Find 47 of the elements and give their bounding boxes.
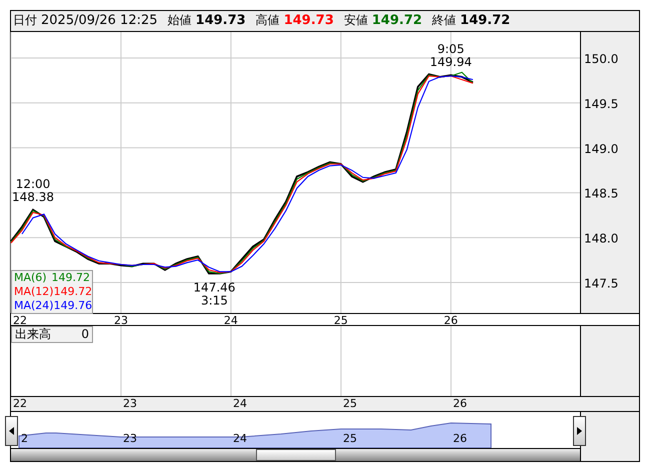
quote-value: 149.73 [284, 13, 334, 28]
axis-label: 148.0 [584, 232, 618, 246]
axis-label: 150.0 [584, 52, 618, 66]
legend-value: 149.72 [52, 270, 90, 285]
navigator-date-label: 2 [20, 433, 28, 446]
scroll-right-button[interactable] [573, 416, 586, 446]
date-axis-label: 23 [114, 314, 128, 327]
quote-label: 始値 [168, 12, 192, 30]
axis-label: 149.5 [584, 96, 618, 111]
axis-label: 149.0 [584, 142, 618, 156]
quote-label: 終値 [432, 12, 456, 30]
quote-label: 高値 [256, 12, 280, 30]
date-axis-label: 25 [342, 398, 357, 410]
volume-label: 出来高 [15, 327, 51, 342]
date-axis-label: 24 [232, 398, 247, 410]
date-axis-label: 26 [452, 398, 467, 410]
legend-label: MA(24) [14, 298, 54, 313]
point-annotation: 12:00 148.38 [12, 176, 54, 204]
quote-value: 149.73 [196, 13, 246, 28]
quote-value: 149.72 [372, 13, 422, 28]
date-axis-label: 22 [13, 314, 27, 327]
scrollbar-thumb[interactable] [256, 449, 336, 462]
navigator-date-label: 25 [342, 433, 357, 446]
right-triangle-icon [577, 427, 582, 436]
axis-label: 147.5 [584, 276, 618, 290]
navigator-date-label: 23 [122, 433, 137, 446]
left-triangle-icon [9, 427, 14, 436]
quote-label: 安値 [344, 12, 368, 30]
point-annotation: 147.46 3:15 [193, 280, 236, 308]
navigator-date-label: 26 [452, 433, 467, 446]
axis-label: 148.5 [584, 186, 618, 201]
legend-value: 149.76 [54, 298, 92, 313]
date-axis-label: 26 [444, 314, 458, 327]
legend-label: MA(12) [14, 284, 54, 299]
legend-value: 149.72 [54, 284, 92, 299]
legend-label: MA(6) [14, 270, 47, 285]
navigator-date-label: 24 [232, 433, 247, 446]
quote-value: 149.72 [460, 13, 510, 28]
date-label: 日付 [13, 12, 37, 30]
date-axis-label: 24 [224, 314, 238, 327]
point-annotation: 9:05 149.94 [430, 42, 472, 70]
volume-value: 0 [81, 327, 89, 342]
date-axis-label: 25 [334, 314, 348, 327]
scroll-left-button[interactable] [5, 416, 18, 446]
date-axis-label: 23 [122, 398, 137, 410]
date-value: 2025/09/26 12:25 [41, 13, 158, 28]
date-axis-label: 22 [12, 398, 27, 410]
